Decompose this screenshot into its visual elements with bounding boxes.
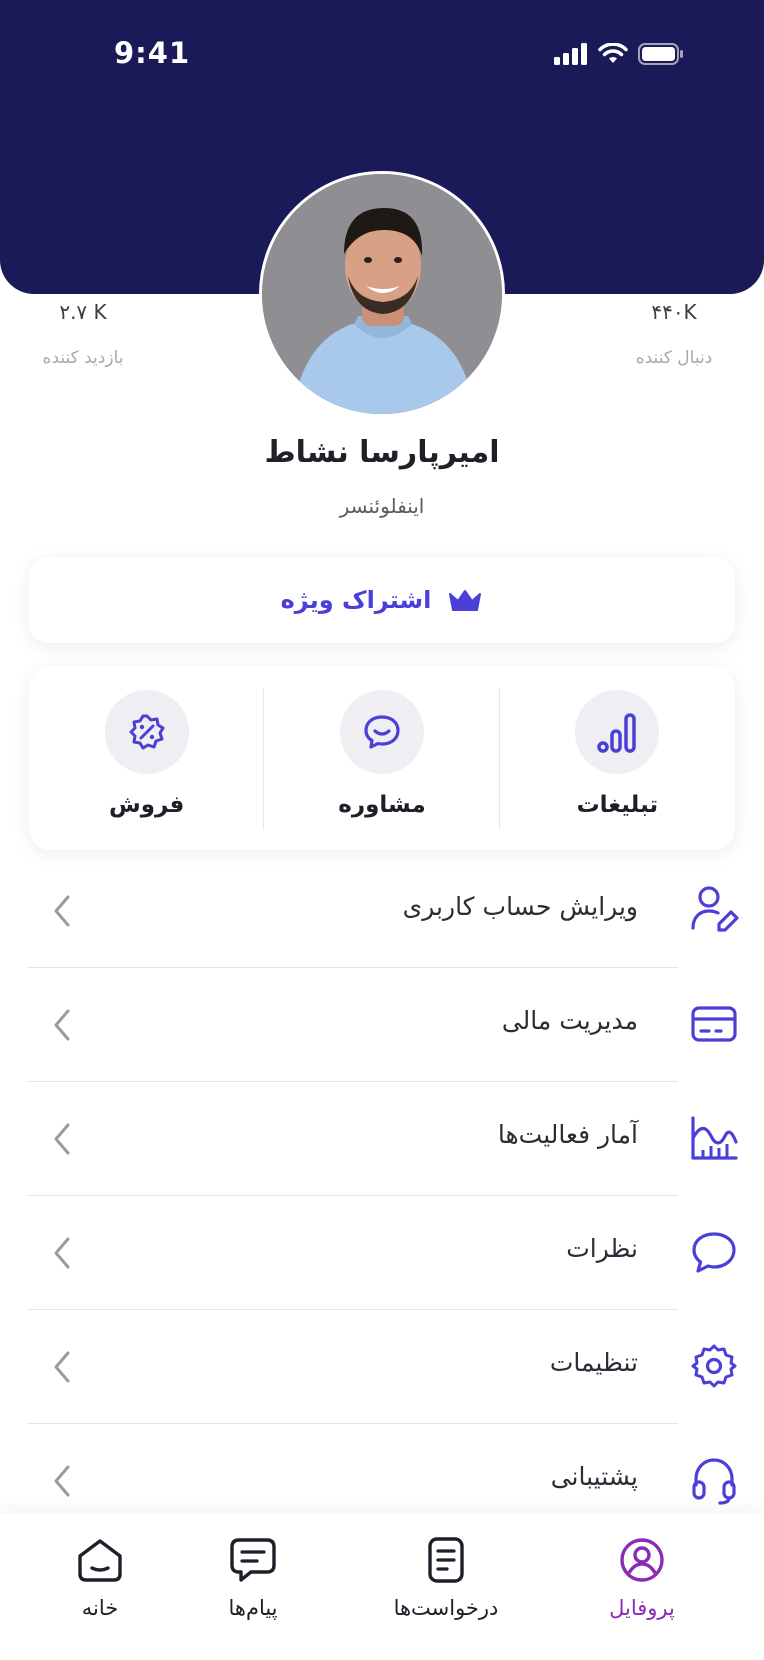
tab-label: درخواست‌ها: [393, 1596, 499, 1620]
visitors-label: بازدید کننده: [42, 348, 124, 368]
service-consult-label: مشاوره: [338, 792, 426, 818]
status-icons: [554, 43, 684, 65]
discount-badge-icon: [129, 714, 165, 750]
menu-label: مدیریت مالی: [501, 1006, 638, 1035]
services-card: تبلیغات مشاوره فروش: [29, 666, 735, 850]
service-consult[interactable]: مشاوره: [264, 666, 501, 850]
home-icon: [78, 1539, 122, 1582]
profile-icon: [620, 1538, 664, 1582]
headset-icon: [688, 1454, 740, 1506]
chevron-left-icon: [54, 1123, 70, 1155]
tab-messages[interactable]: پیام‌ها: [198, 1536, 308, 1620]
service-sales[interactable]: فروش: [29, 666, 265, 850]
chevron-left-icon: [54, 1351, 70, 1383]
chat-bubble-icon: [364, 715, 400, 749]
bar-chart-icon: [597, 713, 637, 753]
menu-item-comments[interactable]: نظرات: [0, 1196, 764, 1310]
crown-icon: [449, 590, 482, 611]
menu-label: تنظیمات: [549, 1348, 638, 1377]
settings-menu: ویرایش حساب کاربری مدیریت مالی آمار فعال…: [0, 854, 764, 1538]
visitors-stat: ۲.۷ K بازدید کننده: [28, 300, 138, 368]
tab-label: خانه: [81, 1596, 119, 1620]
tab-home[interactable]: خانه: [50, 1536, 150, 1620]
followers-value: ۴۴۰K: [651, 300, 697, 324]
profile-role: اینفلوئنسر: [339, 494, 425, 518]
status-time: 9:41: [114, 36, 191, 70]
wifi-icon: [598, 43, 628, 63]
service-ads[interactable]: تبلیغات: [500, 666, 735, 850]
bottom-tab-bar: پروفایل درخواست‌ها پیام‌ها خانه: [0, 1514, 764, 1660]
user-edit-icon: [688, 884, 740, 936]
menu-item-finance[interactable]: مدیریت مالی: [0, 968, 764, 1082]
activity-chart-icon: [688, 1112, 740, 1164]
comment-icon: [688, 1226, 740, 1278]
credit-card-icon: [688, 998, 740, 1050]
tab-profile[interactable]: پروفایل: [582, 1536, 702, 1620]
battery-icon: [638, 43, 683, 65]
service-sales-label: فروش: [108, 792, 185, 818]
tab-requests[interactable]: درخواست‌ها: [376, 1536, 516, 1620]
signal-icon: [554, 43, 587, 65]
service-consult-circle: [340, 690, 424, 774]
menu-item-edit-account[interactable]: ویرایش حساب کاربری: [0, 854, 764, 968]
document-icon: [428, 1537, 464, 1583]
menu-label: ویرایش حساب کاربری: [402, 892, 638, 921]
chevron-left-icon: [54, 1465, 70, 1497]
chevron-left-icon: [54, 895, 70, 927]
premium-subscription-button[interactable]: اشتراک ویژه: [29, 557, 735, 643]
service-ads-circle: [575, 690, 660, 774]
gear-icon: [688, 1340, 740, 1392]
premium-label: اشتراک ویژه: [280, 586, 432, 614]
avatar-photo: [262, 174, 502, 414]
service-sales-circle: [104, 690, 189, 774]
chevron-left-icon: [54, 1237, 70, 1269]
menu-label: نظرات: [566, 1234, 638, 1263]
followers-stat: ۴۴۰K دنبال کننده: [614, 300, 734, 368]
service-ads-label: تبلیغات: [576, 792, 659, 818]
message-icon: [230, 1538, 276, 1582]
visitors-value: ۲.۷ K: [59, 300, 107, 324]
menu-item-settings[interactable]: تنظیمات: [0, 1310, 764, 1424]
followers-label: دنبال کننده: [635, 348, 713, 368]
profile-name: امیرپارسا نشاط: [264, 435, 500, 470]
tab-label: پیام‌ها: [228, 1596, 278, 1620]
menu-label: آمار فعالیت‌ها: [497, 1120, 638, 1149]
chevron-left-icon: [54, 1009, 70, 1041]
menu-label: پشتیبانی: [550, 1462, 638, 1491]
tab-label: پروفایل: [609, 1596, 675, 1620]
menu-item-activity-stats[interactable]: آمار فعالیت‌ها: [0, 1082, 764, 1196]
avatar[interactable]: [259, 171, 505, 417]
